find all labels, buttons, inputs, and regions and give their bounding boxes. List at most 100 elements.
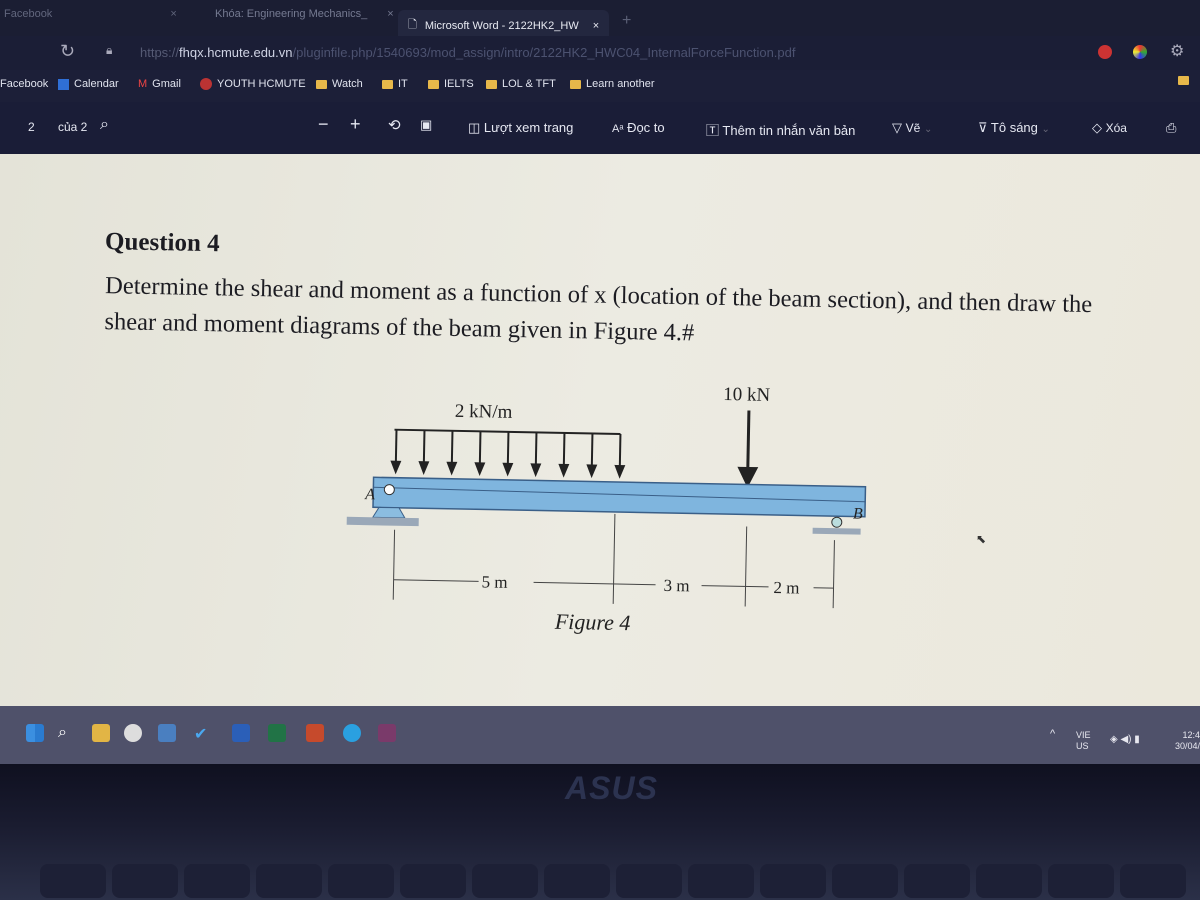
file-explorer-icon[interactable]: [92, 724, 110, 742]
language-indicator[interactable]: VIE US: [1076, 730, 1091, 752]
settings-icon[interactable]: ⚙: [1170, 41, 1184, 61]
bookmark-watch[interactable]: Watch: [316, 78, 363, 90]
lock-icon: 🔒︎: [106, 43, 113, 57]
pen-icon: ▽: [892, 120, 902, 135]
distributed-load-arrows: [390, 428, 626, 479]
folder-icon: [316, 79, 327, 89]
keyboard-key: [544, 864, 610, 898]
extension-icon[interactable]: [1098, 45, 1112, 59]
mouse-cursor-icon: ⬉: [976, 532, 987, 546]
beam: [372, 476, 867, 518]
distributed-load-label: 2 kN/m: [455, 401, 513, 423]
chevron-up-icon[interactable]: ^: [1050, 728, 1055, 740]
folder-icon: [486, 79, 497, 89]
folder-icon: [1178, 76, 1189, 85]
eraser-icon: ◇: [1092, 120, 1102, 135]
zoom-out-button[interactable]: −: [318, 114, 329, 135]
bookmark-calendar[interactable]: Calendar: [58, 78, 119, 90]
clock[interactable]: 12:4 30/04/: [1166, 730, 1200, 752]
text-box-icon: 🅃: [706, 123, 720, 138]
fit-page-icon[interactable]: ▣: [420, 117, 432, 133]
highlighter-icon: ⊽: [978, 120, 988, 135]
bookmark-ielts[interactable]: IELTS: [428, 78, 474, 90]
zoom-in-button[interactable]: +: [350, 114, 361, 135]
page-total: của 2: [58, 120, 88, 134]
bookmark-it[interactable]: IT: [382, 78, 408, 90]
calendar-icon: [58, 78, 69, 90]
load-arrow: [618, 434, 622, 471]
keyboard-key: [256, 864, 322, 898]
search-icon[interactable]: ⌕: [58, 724, 76, 742]
beam-figure: 2 kN/m 10 kN A B 5 m 3 m 2 m Figure 4: [346, 384, 867, 635]
excel-icon[interactable]: [268, 724, 286, 742]
app-icon[interactable]: [378, 724, 396, 742]
tab-engineering-mechanics[interactable]: Khóa: Engineering Mechanics_ ×: [215, 8, 394, 20]
draw-button[interactable]: ▽ Vẽ ⌄: [892, 120, 932, 136]
support-b-label: B: [853, 506, 863, 523]
other-bookmarks-folder[interactable]: [1178, 76, 1189, 85]
profile-icon[interactable]: [1133, 45, 1147, 59]
load-arrow-head: [474, 462, 486, 477]
highlight-button[interactable]: ⊽ Tô sáng ⌄: [978, 120, 1050, 136]
folder-icon: [382, 79, 393, 89]
bookmark-facebook[interactable]: Facebook: [0, 78, 48, 90]
add-text-button[interactable]: 🅃 Thêm tin nhắn văn bản: [706, 120, 855, 139]
youth-logo-icon: [200, 78, 212, 90]
chevron-down-icon[interactable]: ⌄: [924, 124, 932, 135]
read-aloud-button[interactable]: Aᵃ Đọc to: [612, 120, 665, 135]
print-icon[interactable]: ⎙: [1166, 120, 1176, 136]
bookmark-gmail[interactable]: M Gmail: [138, 78, 181, 90]
keyboard-key: [328, 864, 394, 898]
load-arrow-head: [502, 462, 514, 477]
bookmark-youth-hcmute[interactable]: YOUTH HCMUTE: [200, 78, 306, 90]
rotate-icon[interactable]: ⟲: [388, 116, 401, 134]
load-arrow-head: [390, 460, 402, 475]
figure-caption: Figure 4: [554, 609, 631, 635]
load-arrow: [590, 433, 594, 470]
url-field[interactable]: https://fhqx.hcmute.edu.vn/pluginfile.ph…: [140, 45, 795, 60]
pdf-toolbar: 2 của 2 ⌕ − + ⟲ ▣ ◫ Lượt xem trang Aᵃ Đọ…: [0, 102, 1200, 154]
bookmark-lol-tft[interactable]: LOL & TFT: [486, 78, 556, 90]
reload-icon[interactable]: ↻: [60, 41, 75, 62]
load-arrow: [562, 432, 566, 469]
load-arrow: [506, 431, 510, 468]
search-icon[interactable]: ⌕: [100, 116, 109, 134]
asus-logo: ASUS: [565, 770, 658, 806]
page-number-input[interactable]: 2: [28, 120, 35, 134]
page-view-button[interactable]: ◫ Lượt xem trang: [468, 120, 573, 136]
dimension-label: 5 m: [481, 572, 507, 591]
close-icon[interactable]: ×: [387, 8, 393, 20]
load-arrow-head: [418, 461, 430, 475]
chevron-down-icon[interactable]: ⌄: [1042, 124, 1050, 135]
wifi-volume-battery-icons[interactable]: ◈ ◀) ▮: [1110, 734, 1140, 745]
keyboard-key: [40, 864, 106, 898]
document-icon: 🗋: [408, 19, 417, 31]
load-arrow-head: [446, 461, 458, 476]
keyboard-key: [832, 864, 898, 898]
word-icon[interactable]: [232, 724, 250, 742]
bookmarks-bar: Facebook Calendar M Gmail YOUTH HCMUTE Wa…: [0, 70, 1200, 102]
keyboard-key: [616, 864, 682, 898]
erase-button[interactable]: ◇ Xóa: [1092, 120, 1127, 136]
close-icon[interactable]: ×: [593, 20, 599, 32]
tab-facebook[interactable]: Facebook ×: [4, 8, 177, 20]
calculator-icon[interactable]: [158, 724, 176, 742]
edge-icon[interactable]: [343, 724, 361, 742]
keyboard-key: [400, 864, 466, 898]
folder-icon: [428, 79, 439, 89]
point-load-arrow: [737, 410, 759, 488]
powerpoint-icon[interactable]: [306, 724, 324, 742]
keyboard-key: [976, 864, 1042, 898]
load-arrow-head: [586, 464, 598, 479]
keyboard-key: [760, 864, 826, 898]
todo-icon[interactable]: ✔: [194, 724, 212, 743]
laptop-bezel: ASUS: [0, 764, 1200, 900]
gmail-icon: M: [138, 78, 148, 90]
bookmark-learn-another[interactable]: Learn another: [570, 78, 655, 90]
folder-icon: [570, 79, 581, 89]
dimension-label: 2 m: [773, 578, 799, 597]
close-icon[interactable]: ×: [170, 8, 176, 20]
windows-start-icon[interactable]: [26, 724, 44, 742]
new-tab-button[interactable]: +: [622, 12, 631, 30]
clock-app-icon[interactable]: [124, 724, 142, 742]
